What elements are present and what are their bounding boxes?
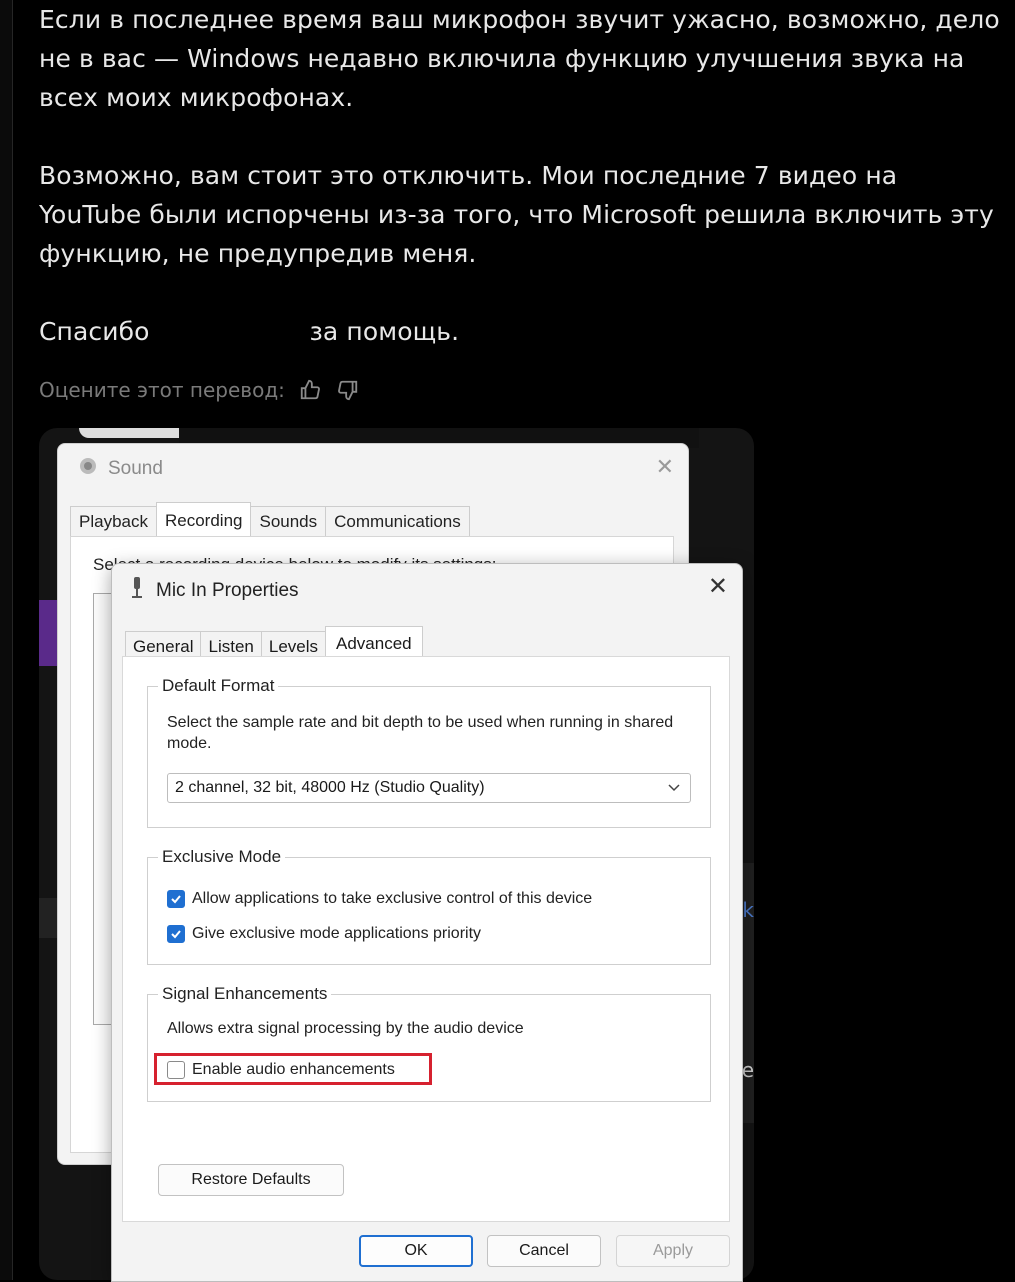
chevron-down-icon <box>666 779 682 800</box>
rate-translation-row: Оцените этот перевод: <box>39 372 361 408</box>
rate-label: Оцените этот перевод: <box>39 378 285 402</box>
thanks-before: Спасибо <box>39 317 150 346</box>
sound-title-text: Sound <box>108 458 163 479</box>
post-thanks-line: Спасибо за помощь. <box>39 312 1004 351</box>
checkbox-checked-icon[interactable] <box>167 890 185 908</box>
bg-gray-block <box>39 898 59 938</box>
mic-title-text: Mic In Properties <box>156 580 299 601</box>
close-icon[interactable]: ✕ <box>656 454 674 480</box>
signal-enhancements-label: Signal Enhancements <box>158 984 332 1004</box>
tab-sounds[interactable]: Sounds <box>250 506 327 537</box>
exclusive-priority-checkbox[interactable]: Give exclusive mode applications priorit… <box>167 925 481 943</box>
allow-exclusive-control-checkbox[interactable]: Allow applications to take exclusive con… <box>167 890 592 908</box>
sound-window-title: Sound <box>78 456 163 482</box>
ok-button[interactable]: OK <box>359 1235 473 1267</box>
checkbox-unchecked-icon[interactable] <box>167 1061 185 1079</box>
exclusive-mode-group: Exclusive Mode Allow applications to tak… <box>147 847 711 965</box>
thanks-after: за помощь. <box>309 317 460 346</box>
speaker-icon <box>78 456 98 482</box>
allow-exclusive-control-label: Allow applications to take exclusive con… <box>192 890 593 907</box>
cancel-button[interactable]: Cancel <box>487 1235 601 1267</box>
bg-partial-text-e: e <box>741 1058 754 1082</box>
advanced-panel: Default Format Select the sample rate an… <box>122 656 730 1222</box>
default-format-group: Default Format Select the sample rate an… <box>147 676 711 828</box>
tab-communications[interactable]: Communications <box>325 506 470 537</box>
default-format-description: Select the sample rate and bit depth to … <box>167 714 674 752</box>
enable-audio-enhancements-label: Enable audio enhancements <box>192 1061 395 1078</box>
sound-tabs: Playback Recording Sounds Communications <box>70 502 470 537</box>
microphone-icon <box>130 576 144 606</box>
exclusive-mode-label: Exclusive Mode <box>158 847 286 867</box>
checkbox-checked-icon[interactable] <box>167 925 185 943</box>
bg-partial-text-k: k <box>742 898 754 922</box>
post-paragraph-1: Если в последнее время ваш микрофон звуч… <box>39 5 1000 112</box>
mic-window-title: Mic In Properties <box>130 576 299 606</box>
format-dropdown-value: 2 channel, 32 bit, 48000 Hz (Studio Qual… <box>175 779 485 796</box>
tab-recording[interactable]: Recording <box>155 502 252 537</box>
close-icon[interactable]: ✕ <box>708 572 728 601</box>
apply-button[interactable]: Apply <box>616 1235 730 1267</box>
mic-properties-window: Mic In Properties ✕ General Listen Level… <box>111 563 743 1282</box>
bg-strip <box>79 428 189 438</box>
tab-playback[interactable]: Playback <box>70 506 157 537</box>
enable-audio-enhancements-checkbox[interactable]: Enable audio enhancements <box>167 1061 395 1079</box>
thumbs-up-icon[interactable] <box>297 377 323 403</box>
thumbs-down-icon[interactable] <box>335 377 361 403</box>
default-format-label: Default Format <box>158 676 279 696</box>
signal-enhancements-group: Signal Enhancements Allows extra signal … <box>147 984 711 1102</box>
bg-purple-block <box>39 600 59 666</box>
restore-defaults-button[interactable]: Restore Defaults <box>158 1164 344 1196</box>
format-dropdown[interactable]: 2 channel, 32 bit, 48000 Hz (Studio Qual… <box>167 773 691 803</box>
post-body: Если в последнее время ваш микрофон звуч… <box>39 0 1004 351</box>
post-paragraph-2: Возможно, вам стоит это отключить. Мои п… <box>39 161 994 268</box>
left-border <box>0 0 13 1280</box>
exclusive-priority-label: Give exclusive mode applications priorit… <box>192 925 482 942</box>
signal-enhancements-description: Allows extra signal processing by the au… <box>167 1020 524 1037</box>
